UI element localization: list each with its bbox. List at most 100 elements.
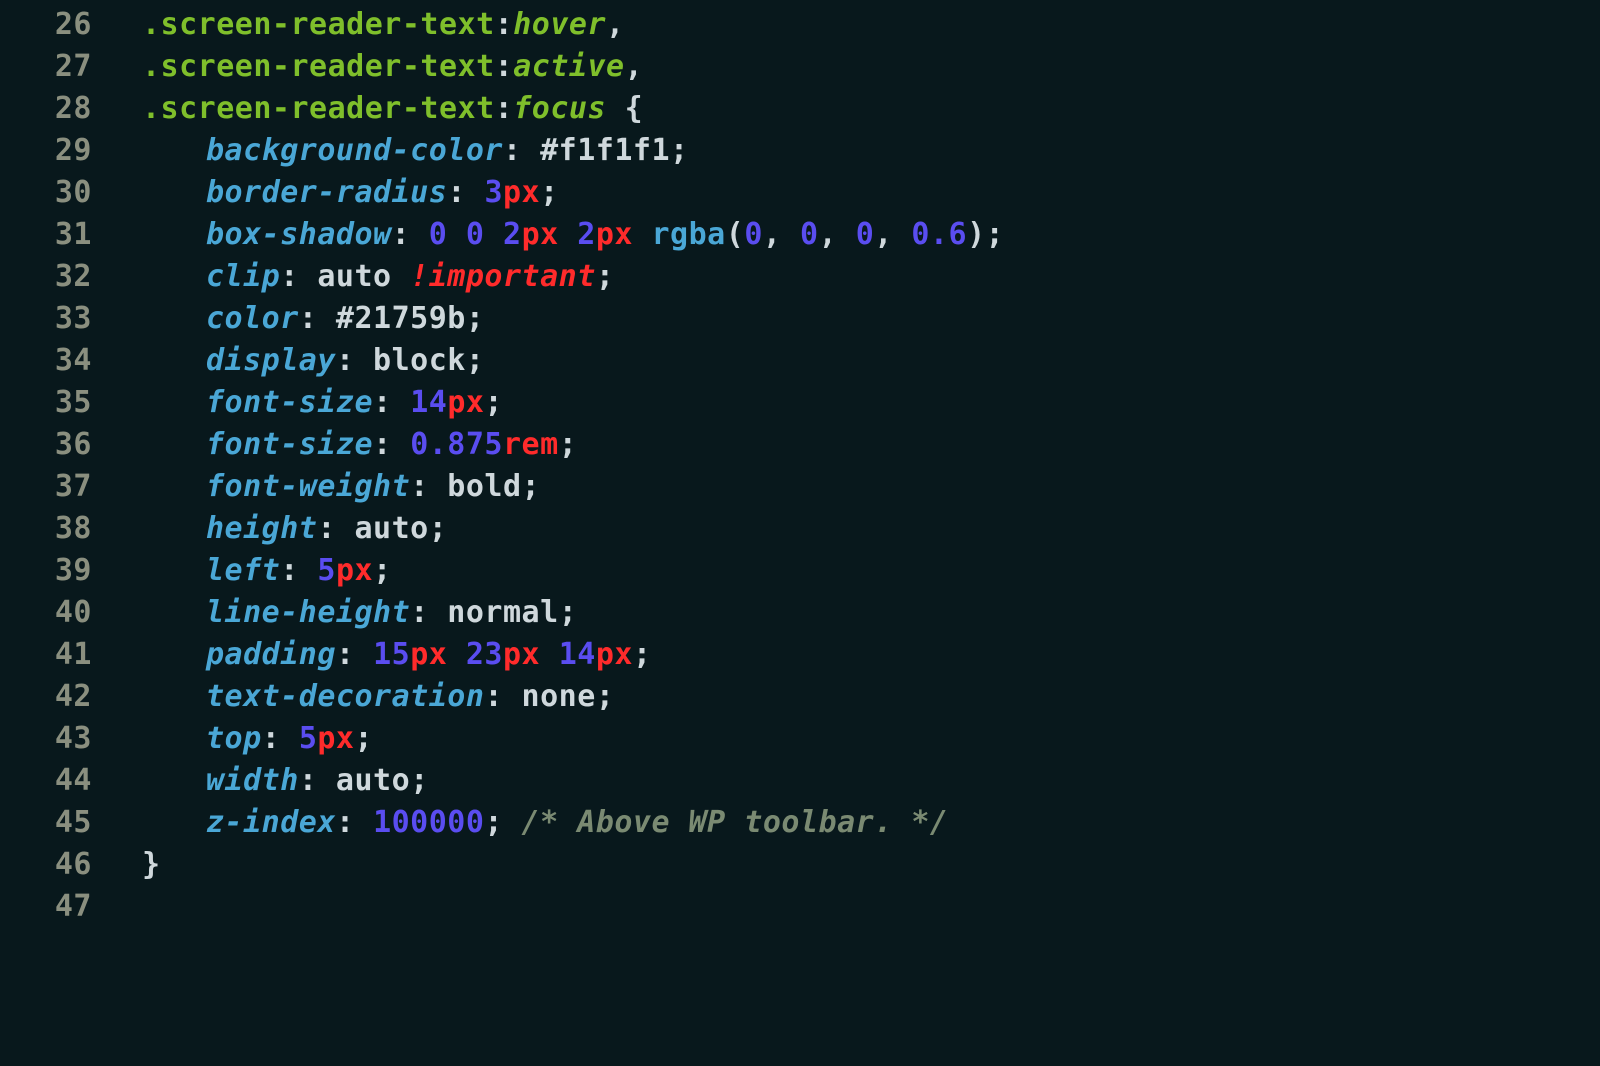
token-colon: [559, 217, 578, 252]
code-line[interactable]: 34display: block;: [0, 340, 1600, 382]
code-content[interactable]: left: 5px;: [120, 550, 1600, 592]
token-semi: ;: [633, 637, 652, 672]
line-number: 35: [0, 382, 120, 424]
line-number: 41: [0, 634, 120, 676]
token-prop: font-weight: [206, 469, 410, 504]
token-valw: block: [355, 343, 466, 378]
token-colon: :: [503, 133, 522, 168]
code-line[interactable]: 42text-decoration: none;: [0, 676, 1600, 718]
code-content[interactable]: box-shadow: 0 0 2px 2px rgba(0, 0, 0, 0.…: [120, 214, 1600, 256]
token-prop: left: [206, 553, 280, 588]
token-num: 0: [429, 217, 448, 252]
token-semi: ;: [429, 511, 448, 546]
line-number: 43: [0, 718, 120, 760]
token-colon: :: [262, 721, 281, 756]
token-num: 14: [559, 637, 596, 672]
token-valw: auto: [317, 763, 410, 798]
code-line[interactable]: 28.screen-reader-text:focus {: [0, 88, 1600, 130]
code-line[interactable]: 47: [0, 886, 1600, 928]
token-colon: ,: [819, 217, 856, 252]
code-content[interactable]: text-decoration: none;: [120, 676, 1600, 718]
code-content[interactable]: padding: 15px 23px 14px;: [120, 634, 1600, 676]
code-content[interactable]: font-size: 14px;: [120, 382, 1600, 424]
code-content[interactable]: border-radius: 3px;: [120, 172, 1600, 214]
code-content[interactable]: background-color: #f1f1f1;: [120, 130, 1600, 172]
code-line[interactable]: 45z-index: 100000; /* Above WP toolbar. …: [0, 802, 1600, 844]
token-valw: bold: [429, 469, 522, 504]
code-line[interactable]: 26.screen-reader-text:hover,: [0, 4, 1600, 46]
token-num: 5: [299, 721, 318, 756]
token-colon: :: [447, 175, 466, 210]
token-colon: :: [317, 511, 336, 546]
token-colon: :: [299, 301, 318, 336]
code-line[interactable]: 37font-weight: bold;: [0, 466, 1600, 508]
token-num: 3: [484, 175, 503, 210]
code-content[interactable]: .screen-reader-text:active,: [120, 46, 1600, 88]
code-line[interactable]: 31box-shadow: 0 0 2px 2px rgba(0, 0, 0, …: [0, 214, 1600, 256]
token-semi: ;: [355, 721, 374, 756]
code-content[interactable]: width: auto;: [120, 760, 1600, 802]
code-content[interactable]: z-index: 100000; /* Above WP toolbar. */: [120, 802, 1600, 844]
token-unit: px: [522, 217, 559, 252]
code-line[interactable]: 33color: #21759b;: [0, 298, 1600, 340]
code-editor[interactable]: 26.screen-reader-text:hover,27.screen-re…: [0, 0, 1600, 928]
token-prop: display: [206, 343, 336, 378]
line-number: 32: [0, 256, 120, 298]
token-sel: .screen-reader-text: [142, 91, 495, 126]
code-content[interactable]: top: 5px;: [120, 718, 1600, 760]
token-prop: box-shadow: [206, 217, 392, 252]
code-content[interactable]: color: #21759b;: [120, 298, 1600, 340]
code-line[interactable]: 29background-color: #f1f1f1;: [0, 130, 1600, 172]
token-colon: [410, 217, 429, 252]
code-content[interactable]: height: auto;: [120, 508, 1600, 550]
code-line[interactable]: 30border-radius: 3px;: [0, 172, 1600, 214]
code-content[interactable]: font-size: 0.875rem;: [120, 424, 1600, 466]
code-content[interactable]: line-height: normal;: [120, 592, 1600, 634]
code-line[interactable]: 38height: auto;: [0, 508, 1600, 550]
line-number: 34: [0, 340, 120, 382]
code-line[interactable]: 46}: [0, 844, 1600, 886]
line-number: 44: [0, 760, 120, 802]
code-content[interactable]: .screen-reader-text:focus {: [120, 88, 1600, 130]
code-line[interactable]: 27.screen-reader-text:active,: [0, 46, 1600, 88]
code-content[interactable]: display: block;: [120, 340, 1600, 382]
token-semi: ;: [373, 553, 392, 588]
token-colon: [355, 637, 374, 672]
token-num: 0: [466, 217, 485, 252]
token-num: 0.6: [911, 217, 967, 252]
code-content[interactable]: }: [120, 844, 1600, 886]
line-number: 39: [0, 550, 120, 592]
token-semi: ;: [596, 259, 615, 294]
line-number: 47: [0, 886, 120, 928]
token-semi: ;: [484, 805, 503, 840]
token-sel: .screen-reader-text: [142, 49, 495, 84]
line-number: 42: [0, 676, 120, 718]
token-unit: px: [410, 637, 447, 672]
code-line[interactable]: 32clip: auto !important;: [0, 256, 1600, 298]
token-colon: ): [967, 217, 986, 252]
code-line[interactable]: 40line-height: normal;: [0, 592, 1600, 634]
code-line[interactable]: 39left: 5px;: [0, 550, 1600, 592]
token-num: 5: [317, 553, 336, 588]
code-content[interactable]: .screen-reader-text:hover,: [120, 4, 1600, 46]
token-sel: .screen-reader-text: [142, 7, 495, 42]
code-content[interactable]: clip: auto !important;: [120, 256, 1600, 298]
token-colon: :: [280, 553, 299, 588]
code-line[interactable]: 44width: auto;: [0, 760, 1600, 802]
token-pseudo: active: [513, 49, 624, 84]
code-line[interactable]: 43top: 5px;: [0, 718, 1600, 760]
token-pseudo: hover: [513, 7, 606, 42]
line-number: 31: [0, 214, 120, 256]
token-unit: px: [503, 175, 540, 210]
code-line[interactable]: 41padding: 15px 23px 14px;: [0, 634, 1600, 676]
code-line[interactable]: 36font-size: 0.875rem;: [0, 424, 1600, 466]
token-colon: [392, 427, 411, 462]
code-content[interactable]: font-weight: bold;: [120, 466, 1600, 508]
token-colon: [484, 217, 503, 252]
token-num: 0: [744, 217, 763, 252]
token-colon: :: [373, 385, 392, 420]
token-unit: px: [336, 553, 373, 588]
token-hex: #21759b: [317, 301, 466, 336]
token-semi: ;: [540, 175, 559, 210]
code-line[interactable]: 35font-size: 14px;: [0, 382, 1600, 424]
